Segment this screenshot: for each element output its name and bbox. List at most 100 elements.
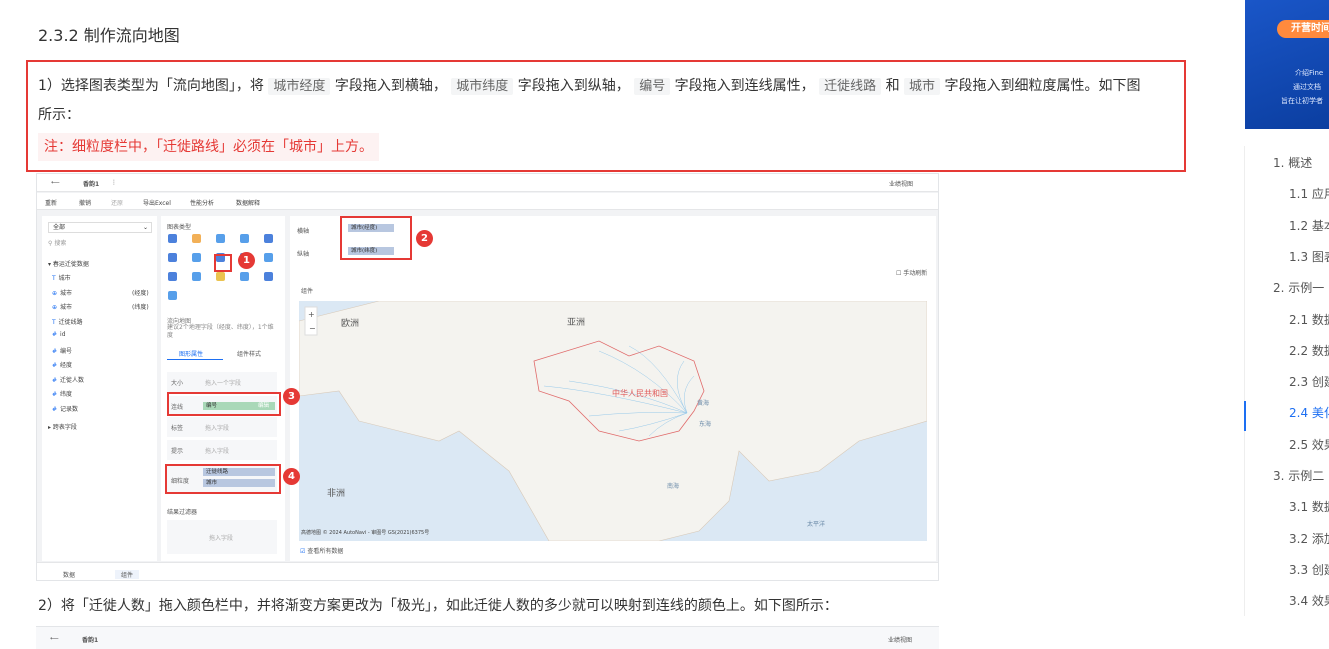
code-field: 编号 bbox=[634, 78, 671, 95]
toc-item[interactable]: 2.3 创建 bbox=[1289, 373, 1329, 390]
field-name: id bbox=[60, 331, 66, 338]
toc-item[interactable]: 3. 示例二 bbox=[1273, 467, 1324, 484]
redo-button[interactable]: 还原 bbox=[111, 198, 123, 207]
table-name[interactable]: ▾ 春运迁徙数据 bbox=[48, 259, 89, 268]
chart-type-icon[interactable] bbox=[240, 272, 249, 281]
toc-item[interactable]: 2.2 数据 bbox=[1289, 342, 1329, 359]
field-item[interactable]: ⊕ 城市 (经度) bbox=[52, 288, 149, 297]
field-panel: 全部 ⌄ ⚲ 搜索 ▾ 春运迁徙数据 T 城市 ⊕ 城市 (经度) ⊕ 城市 (纬度) T 迁徙线路… bbox=[42, 216, 157, 561]
field-item[interactable]: T 城市 bbox=[52, 273, 71, 282]
highlight-1 bbox=[214, 254, 232, 272]
active-tab-indicator bbox=[167, 359, 223, 360]
tab-graphic-attr[interactable]: 图形属性 bbox=[179, 349, 203, 358]
dataset-select[interactable]: 全部 ⌄ bbox=[48, 222, 152, 233]
chart-type-icon[interactable] bbox=[264, 234, 273, 243]
promo-line-1: 介绍Fine bbox=[1295, 69, 1324, 77]
table-name-label: 春运迁徙数据 bbox=[52, 261, 89, 268]
field-item[interactable]: # 记录数 bbox=[52, 404, 78, 413]
refresh-button[interactable]: 重新 bbox=[45, 198, 57, 207]
more-icon[interactable]: ⋮ bbox=[111, 179, 117, 186]
field-type-icon: # bbox=[52, 362, 58, 369]
chart-type-label: 图表类型 bbox=[167, 224, 192, 231]
switch-view[interactable]: 业绩视图 bbox=[889, 179, 913, 188]
toc-item[interactable]: 3.4 效果 bbox=[1289, 592, 1329, 609]
mark-tooltip-label: 提示 bbox=[171, 448, 184, 455]
data-explain-button[interactable]: 数据解释 bbox=[236, 198, 260, 207]
auto-refresh-checkbox[interactable]: ☐ 手动刷新 bbox=[896, 268, 927, 277]
tab-component[interactable]: 组件 bbox=[115, 570, 140, 579]
field-item[interactable]: ⊕ 城市 (纬度) bbox=[52, 302, 149, 311]
toc-item[interactable]: 2.1 数据 bbox=[1289, 311, 1329, 328]
chart-type-icon[interactable] bbox=[168, 291, 177, 300]
toc-item[interactable]: 1.2 基本 bbox=[1289, 217, 1329, 234]
toc-item[interactable]: 3.3 创建 bbox=[1289, 561, 1329, 578]
field-name: 城市 bbox=[58, 275, 71, 282]
toc-item[interactable]: 1. 概述 bbox=[1273, 154, 1312, 171]
filter-dropzone[interactable]: 拖入字段 bbox=[167, 520, 277, 554]
field-item[interactable]: # 纬度 bbox=[52, 389, 72, 398]
mark-label[interactable]: 标签 拖入字段 bbox=[167, 417, 277, 437]
export-excel-button[interactable]: 导出Excel bbox=[143, 198, 171, 207]
filter-label: 结果过滤器 bbox=[167, 509, 198, 516]
toc-item[interactable]: 3.2 添加 bbox=[1289, 530, 1329, 547]
undo-button[interactable]: 撤销 bbox=[79, 198, 91, 207]
app-topbar: ⟵ 香韵1 ⋮ 业绩视图 bbox=[37, 174, 938, 192]
promo-button[interactable]: 开营时间 bbox=[1277, 20, 1329, 38]
badge-4: 4 bbox=[283, 468, 300, 485]
field-item[interactable]: # 经度 bbox=[52, 360, 72, 369]
svg-text:+: + bbox=[308, 310, 315, 319]
code-field: 城市纬度 bbox=[451, 78, 514, 95]
cross-table[interactable]: ▸ 跨表字段 bbox=[48, 422, 77, 431]
mark-tooltip[interactable]: 提示 拖入字段 bbox=[167, 440, 277, 460]
field-name: 城市 bbox=[60, 304, 73, 311]
toc-item[interactable]: 1.1 应用 bbox=[1289, 185, 1329, 202]
toc-item[interactable]: 1.3 图表 bbox=[1289, 248, 1329, 265]
back-icon[interactable]: ⟵ bbox=[51, 179, 60, 186]
back-icon[interactable]: ⟵ bbox=[50, 635, 59, 642]
label-asia: 亚洲 bbox=[567, 318, 586, 328]
switch-view[interactable]: 业绩视图 bbox=[888, 635, 912, 644]
toc-item[interactable]: 2.4 美化 bbox=[1289, 404, 1329, 421]
map-zoom-controls[interactable]: + − bbox=[304, 306, 318, 336]
mark-size[interactable]: 大小 拖入一个字段 bbox=[167, 372, 277, 392]
chart-type-icon[interactable] bbox=[168, 272, 177, 281]
promo-banner[interactable]: 开营时间 介绍Fine 通过文档 旨在让初学者 bbox=[1245, 0, 1329, 129]
tab-title[interactable]: 香韵1 bbox=[83, 179, 99, 188]
article: 2.3.2 制作流向地图 1）选择图表类型为「流向地图」，将 城市经度 字段拖入… bbox=[0, 0, 1240, 649]
chart-type-icon[interactable] bbox=[168, 234, 177, 243]
toc-item[interactable]: 2. 示例一 bbox=[1273, 279, 1324, 296]
field-type-icon: # bbox=[52, 331, 58, 338]
view-all-checkbox[interactable]: ☑ 查看所有数据 bbox=[300, 546, 343, 555]
page: 2.3.2 制作流向地图 1）选择图表类型为「流向地图」，将 城市经度 字段拖入… bbox=[0, 0, 1329, 649]
checkbox-checked-icon: ☑ bbox=[300, 548, 306, 555]
toc-item[interactable]: 3.1 数据 bbox=[1289, 498, 1329, 515]
field-item[interactable]: # id bbox=[52, 331, 66, 338]
chart-type-icon[interactable] bbox=[192, 272, 201, 281]
field-item[interactable]: T 迁徙线路 bbox=[52, 317, 83, 326]
field-tag: (纬度) bbox=[132, 304, 149, 311]
chart-type-icon[interactable] bbox=[216, 234, 225, 243]
chart-type-icon[interactable] bbox=[192, 234, 201, 243]
label-europe: 欧洲 bbox=[341, 319, 360, 329]
chart-type-icon[interactable] bbox=[168, 253, 177, 262]
tab-title[interactable]: 香韵1 bbox=[82, 635, 98, 644]
chart-type-icon[interactable] bbox=[264, 253, 273, 262]
chart-type-icon[interactable] bbox=[216, 272, 225, 281]
field-name: 迁徙线路 bbox=[58, 318, 83, 326]
badge-1: 1 bbox=[238, 252, 255, 269]
tab-component-style[interactable]: 组件样式 bbox=[237, 349, 261, 358]
flow-map[interactable]: + − 欧洲 亚洲 中华人民共和国 非洲 黄海 东海 南海 太平洋 高德地图 ©… bbox=[299, 301, 927, 541]
performance-button[interactable]: 性能分析 bbox=[190, 198, 214, 207]
chart-type-icon[interactable] bbox=[240, 234, 249, 243]
mark-label-label: 标签 bbox=[171, 425, 184, 432]
field-search[interactable]: ⚲ 搜索 bbox=[48, 238, 152, 248]
chart-type-icon[interactable] bbox=[192, 253, 201, 262]
code-field: 城市 bbox=[904, 78, 941, 95]
field-item[interactable]: # 迁徙人数 bbox=[52, 375, 84, 384]
toc-item[interactable]: 2.5 效果 bbox=[1289, 436, 1329, 453]
map-copyright: 高德地图 © 2024 AutoNavi - 审图号 GS(2021)6375号 bbox=[301, 530, 430, 536]
tab-data[interactable]: 数据 bbox=[63, 570, 75, 579]
field-name: 记录数 bbox=[60, 405, 79, 413]
field-item[interactable]: # 编号 bbox=[52, 346, 72, 355]
chart-type-icon[interactable] bbox=[264, 272, 273, 281]
